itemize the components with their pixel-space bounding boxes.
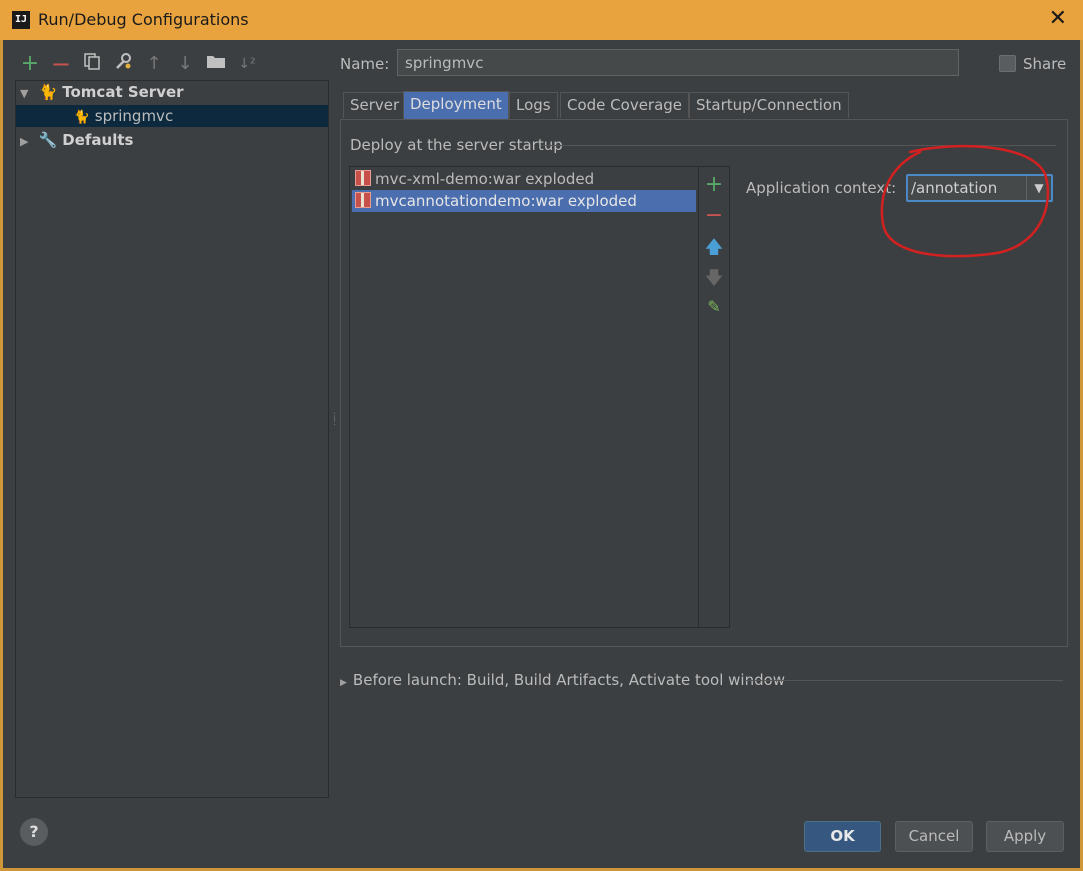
- configuration-tree[interactable]: ▼ 🐈 Tomcat Server 🐈 springmvc ▶ 🔧 Defaul…: [15, 80, 329, 798]
- tree-group-defaults[interactable]: ▶ 🔧 Defaults: [20, 129, 133, 151]
- close-icon[interactable]: ✕: [1049, 6, 1067, 31]
- dropdown-arrow-icon[interactable]: ▼: [1026, 176, 1051, 200]
- collapse-arrow-icon[interactable]: ▶: [20, 131, 34, 153]
- artifact-item[interactable]: mvc-xml-demo:war exploded: [352, 168, 696, 190]
- artifact-icon: [355, 170, 371, 186]
- tab-startup-connection[interactable]: Startup/Connection: [689, 92, 849, 118]
- artifact-icon: [355, 192, 371, 208]
- window-title: Run/Debug Configurations: [38, 10, 249, 29]
- sort-icon[interactable]: ↓²: [235, 52, 259, 76]
- help-button[interactable]: ?: [20, 818, 48, 846]
- tab-server[interactable]: Server: [343, 92, 407, 118]
- settings-icon[interactable]: [111, 52, 135, 76]
- artifact-toolbar: + − 🡅 🡇 ✎: [699, 166, 730, 628]
- application-context-combobox[interactable]: /annotation ▼: [906, 174, 1053, 202]
- application-context-value[interactable]: /annotation: [911, 179, 997, 197]
- remove-icon[interactable]: −: [49, 52, 73, 76]
- before-launch-section[interactable]: ▶ Before launch: Build, Build Artifacts, …: [340, 671, 785, 689]
- move-up-icon[interactable]: ↑: [142, 52, 166, 76]
- share-label: Share: [1023, 55, 1067, 73]
- tomcat-icon: 🐈: [73, 110, 90, 125]
- share-checkbox[interactable]: [999, 55, 1016, 72]
- apply-button[interactable]: Apply: [986, 821, 1064, 852]
- tab-code-coverage[interactable]: Code Coverage: [560, 92, 690, 118]
- folder-icon[interactable]: [204, 52, 228, 76]
- tab-deployment[interactable]: Deployment: [403, 91, 509, 119]
- tree-group-label: Tomcat Server: [62, 83, 184, 101]
- title-bar: IJ Run/Debug Configurations ✕: [0, 0, 1083, 40]
- add-icon[interactable]: +: [18, 52, 42, 76]
- name-field[interactable]: springmvc: [397, 49, 959, 76]
- deployment-panel: Deploy at the server startup mvc-xml-dem…: [340, 119, 1068, 647]
- name-label: Name:: [340, 55, 390, 73]
- tree-item-springmvc[interactable]: 🐈 springmvc: [16, 105, 328, 127]
- move-down-icon[interactable]: ↓: [173, 52, 197, 76]
- artifact-list[interactable]: mvc-xml-demo:war exploded mvcannotationd…: [349, 166, 699, 628]
- cancel-button[interactable]: Cancel: [895, 821, 973, 852]
- move-down-icon[interactable]: 🡇: [704, 266, 724, 296]
- expand-arrow-icon[interactable]: ▶: [340, 678, 347, 688]
- splitter-handle[interactable]: ⋮ ⋮: [330, 413, 339, 435]
- before-launch-label: Before launch: Build, Build Artifacts, A…: [352, 671, 786, 689]
- move-up-icon[interactable]: 🡅: [704, 235, 724, 265]
- remove-artifact-icon[interactable]: −: [704, 203, 724, 228]
- expand-arrow-icon[interactable]: ▼: [20, 83, 34, 105]
- group-title: Deploy at the server startup: [350, 136, 563, 154]
- tree-group-tomcat[interactable]: ▼ 🐈 Tomcat Server: [20, 81, 184, 103]
- artifact-label: mvc-xml-demo:war exploded: [375, 170, 595, 188]
- divider: [541, 145, 1056, 146]
- divider: [745, 680, 1063, 681]
- intellij-icon: IJ: [12, 11, 30, 29]
- wrench-icon: 🔧: [38, 131, 58, 149]
- tree-item-label: springmvc: [94, 107, 174, 125]
- tree-group-label: Defaults: [62, 131, 134, 149]
- edit-pencil-icon[interactable]: ✎: [704, 297, 724, 316]
- application-context-label: Application context:: [746, 179, 897, 197]
- artifact-item-selected[interactable]: mvcannotationdemo:war exploded: [352, 190, 696, 212]
- tomcat-icon: 🐈: [38, 83, 58, 101]
- window-frame: [0, 40, 3, 871]
- copy-icon[interactable]: [80, 52, 104, 76]
- ok-button[interactable]: OK: [804, 821, 881, 852]
- add-artifact-icon[interactable]: +: [704, 172, 724, 197]
- tab-logs[interactable]: Logs: [509, 92, 558, 118]
- artifact-label: mvcannotationdemo:war exploded: [375, 192, 637, 210]
